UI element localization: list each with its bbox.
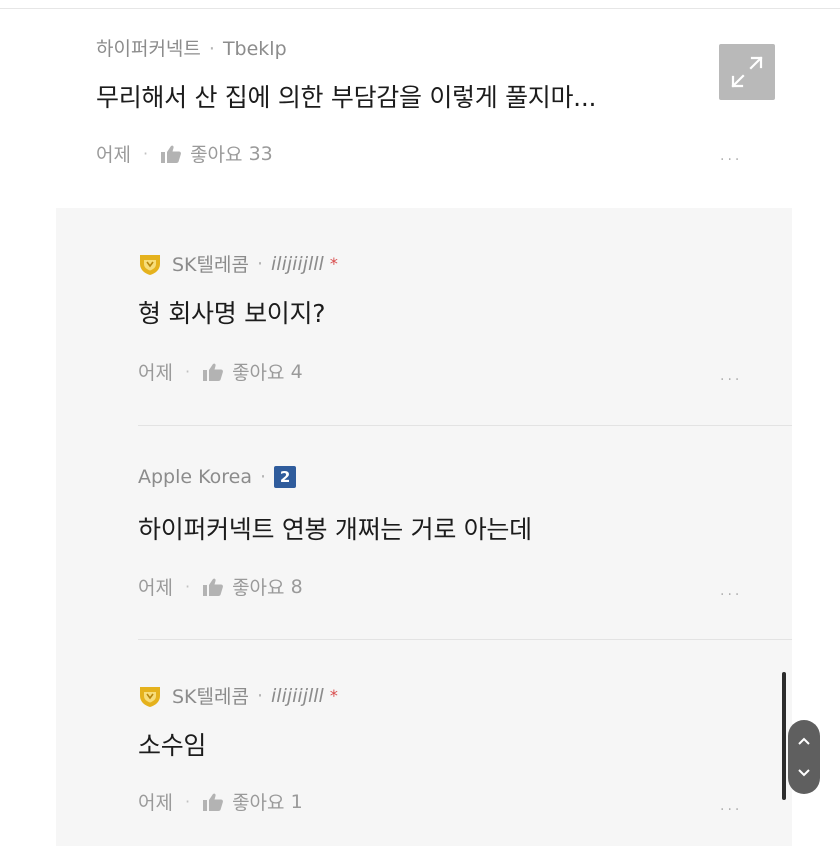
action-dot: · [184,792,191,811]
post-company: 하이퍼커넥트 [96,38,201,60]
reply-actions: 어제 · 좋아요 4 [138,358,303,385]
replies-section: SK텔레콤 · ilijiijlll * 형 회사명 보이지? 어제 · 좋아요 4 … [56,208,792,846]
reply-actions: 어제 · 좋아요 1 [138,788,303,815]
author-star-icon: * [329,686,338,705]
post-card[interactable]: 하이퍼커넥트 · Tbeklp 무리해서 산 집에 의한 부담감을 이렇게 풀지마.… [0,0,840,207]
action-dot: · [184,362,191,381]
scroll-down-button[interactable] [788,758,820,788]
shield-badge-icon [140,254,160,275]
reply-author[interactable]: ilijiijlll [271,685,324,707]
meta-dot: · [256,252,264,275]
like-count: 33 [248,142,273,165]
like-count: 1 [290,790,303,813]
reply-meta: Apple Korea · 2 [138,466,297,488]
reply-time: 어제 [138,577,173,599]
like-count: 8 [290,575,303,598]
action-dot: · [184,577,191,596]
more-options-button[interactable]: ... [720,368,742,384]
post-time: 어제 [96,144,131,166]
reply-company: SK텔레콤 [172,686,249,708]
chevron-up-icon [798,737,810,745]
reply-meta: SK텔레콤 · ilijiijlll * [138,250,338,277]
thumbs-up-icon[interactable] [160,144,182,164]
expand-icon [731,56,763,88]
reply-time: 어제 [138,792,173,814]
reply-actions: 어제 · 좋아요 8 [138,573,303,600]
post-meta: 하이퍼커넥트 · Tbeklp [96,34,287,61]
reply-divider [138,425,792,426]
like-label[interactable]: 좋아요 [232,358,284,385]
reply-text: 형 회사명 보이지? [138,299,326,328]
expand-thumbnail[interactable] [719,44,775,100]
shield-badge-icon [140,686,160,707]
like-label[interactable]: 좋아요 [232,573,284,600]
chevron-down-icon [798,769,810,777]
reply-text: 하이퍼커넥트 연봉 개쩌는 거로 아는데 [138,515,532,544]
post-author[interactable]: Tbeklp [223,38,287,60]
reply-text: 소수임 [138,731,207,760]
reply-meta: SK텔레콤 · ilijiijlll * [138,682,338,709]
author-star-icon: * [329,254,338,273]
meta-dot: · [208,38,215,60]
meta-dot: · [256,684,264,707]
more-options-button[interactable]: ... [720,798,742,814]
like-label[interactable]: 좋아요 [190,140,242,167]
scroll-nav-pill[interactable] [788,720,820,794]
thumbs-up-icon[interactable] [202,577,224,597]
reply-company: Apple Korea [138,466,252,488]
like-label[interactable]: 좋아요 [232,788,284,815]
post-title[interactable]: 무리해서 산 집에 의한 부담감을 이렇게 풀지마... [96,78,596,114]
like-count: 4 [290,360,303,383]
action-dot: · [142,144,149,163]
more-options-button[interactable]: ... [720,583,742,599]
scrollbar[interactable] [782,672,786,800]
post-actions: 어제 · 좋아요 33 [96,140,273,167]
thumbs-up-icon[interactable] [202,362,224,382]
meta-dot: · [260,466,267,488]
reply-time: 어제 [138,362,173,384]
level-badge: 2 [274,466,297,488]
thumbs-up-icon[interactable] [202,792,224,812]
scroll-up-button[interactable] [788,726,820,756]
reply-company: SK텔레콤 [172,254,249,276]
more-options-button[interactable]: ... [720,148,742,164]
reply-author[interactable]: ilijiijlll [271,253,324,275]
reply-divider [138,639,792,640]
